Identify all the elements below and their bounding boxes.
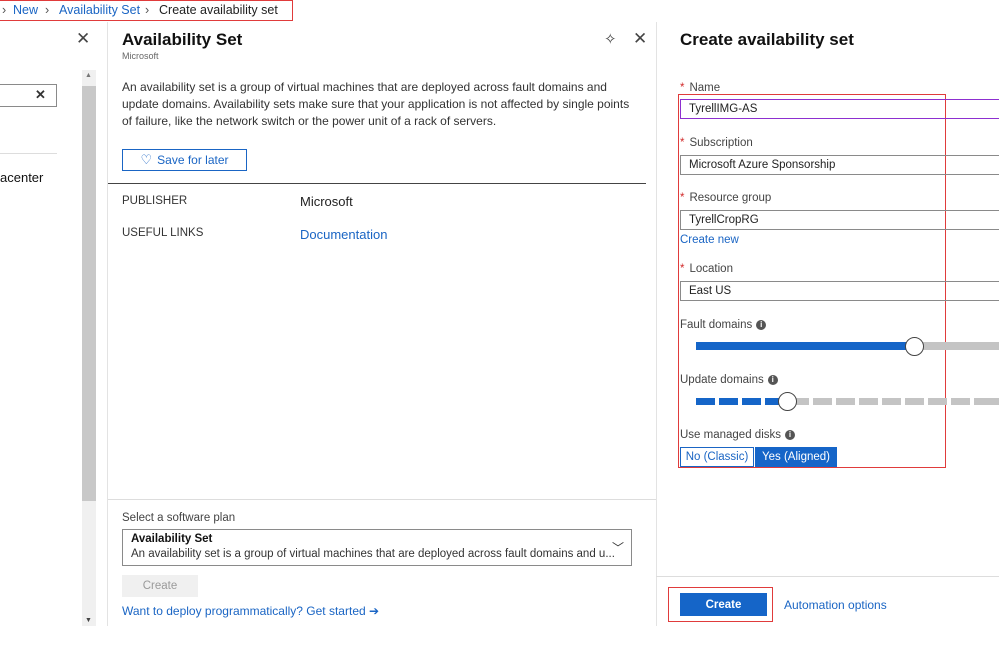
required-marker: *	[680, 82, 685, 94]
resource-group-select[interactable]: TyrellCropRG	[680, 210, 999, 230]
update-domains-slider-segment[interactable]	[696, 398, 715, 405]
update-domains-label: Update domains i	[680, 374, 778, 386]
chevron-right-icon: ›	[45, 3, 50, 17]
publisher-value: Microsoft	[300, 194, 353, 209]
documentation-link[interactable]: Documentation	[300, 227, 387, 242]
managed-disks-yes-option[interactable]: Yes (Aligned)	[755, 447, 837, 467]
info-icon[interactable]: i	[767, 375, 778, 385]
update-domains-slider-segment[interactable]	[813, 398, 832, 405]
divider	[0, 153, 57, 154]
automation-options-link[interactable]: Automation options	[784, 598, 887, 612]
required-marker: *	[680, 137, 685, 149]
useful-links-key: USEFUL LINKS	[122, 227, 204, 239]
software-plan-label: Select a software plan	[122, 512, 236, 524]
scroll-up-icon[interactable]: ▲	[85, 72, 92, 79]
description: An availability set is a group of virtua…	[122, 80, 630, 128]
update-domains-slider-segment[interactable]	[951, 398, 970, 405]
update-domains-slider-segment[interactable]	[836, 398, 855, 405]
heart-icon: ♡	[140, 152, 153, 167]
create-new-link[interactable]: Create new	[680, 234, 739, 246]
subscription-label: * Subscription	[680, 137, 753, 149]
location-select[interactable]: East US	[680, 281, 999, 301]
name-input[interactable]: TyrellIMG-AS	[680, 99, 999, 119]
update-domains-slider-segment[interactable]	[974, 398, 999, 405]
divider	[108, 183, 646, 184]
software-plan-select[interactable]: Availability Set An availability set is …	[122, 529, 632, 566]
breadcrumb-availability-set[interactable]: Availability Set	[59, 3, 140, 17]
update-domains-slider-segment[interactable]	[859, 398, 878, 405]
close-icon[interactable]: ✕	[633, 30, 647, 47]
panel-divider	[656, 22, 657, 626]
update-domains-slider-segment[interactable]	[905, 398, 924, 405]
update-domains-slider-segment[interactable]	[882, 398, 901, 405]
fault-domains-slider-track[interactable]	[914, 342, 999, 350]
location-label: * Location	[680, 263, 733, 275]
fault-domains-slider-thumb[interactable]	[905, 337, 924, 356]
update-domains-slider-segment[interactable]	[719, 398, 738, 405]
breadcrumb: › New › Availability Set › Create availa…	[0, 0, 296, 21]
pin-icon[interactable]: ✧	[604, 31, 617, 48]
scrollbar-thumb[interactable]	[82, 86, 96, 501]
clear-icon[interactable]: ✕	[35, 87, 46, 103]
panel-divider	[107, 22, 108, 626]
fault-domains-label: Fault domains i	[680, 319, 767, 331]
deploy-programmatically-link[interactable]: Want to deploy programmatically? Get sta…	[122, 604, 379, 618]
save-for-later-label: Save for later	[157, 153, 229, 167]
divider	[656, 576, 999, 577]
update-domains-slider-thumb[interactable]	[778, 392, 797, 411]
name-label: * Name	[680, 82, 721, 94]
publisher-key: PUBLISHER	[122, 195, 188, 207]
plan-description: An availability set is a group of virtua…	[131, 548, 615, 560]
close-icon[interactable]: ✕	[76, 30, 90, 47]
required-marker: *	[680, 192, 685, 204]
breadcrumb-new[interactable]: New	[13, 3, 38, 17]
update-domains-slider-segment[interactable]	[742, 398, 761, 405]
update-domains-slider-segment[interactable]	[928, 398, 947, 405]
search-input[interactable]	[0, 84, 57, 107]
required-marker: *	[680, 263, 685, 275]
fault-domains-slider-fill[interactable]	[696, 342, 914, 350]
save-for-later-button[interactable]: ♡ Save for later	[122, 149, 247, 171]
publisher-subtitle: Microsoft	[122, 51, 159, 61]
resource-group-label: * Resource group	[680, 192, 772, 204]
page-title: Availability Set	[122, 30, 243, 49]
create-button[interactable]: Create	[680, 593, 767, 616]
chevron-right-icon: ›	[145, 3, 150, 17]
managed-disks-no-option[interactable]: No (Classic)	[680, 447, 754, 467]
create-button-disabled: Create	[122, 575, 198, 597]
plan-name: Availability Set	[131, 533, 213, 545]
breadcrumb-current: Create availability set	[159, 3, 278, 17]
scroll-down-icon[interactable]: ▼	[85, 617, 92, 624]
subscription-select[interactable]: Microsoft Azure Sponsorship	[680, 155, 999, 175]
chevron-down-icon: ﹀	[611, 541, 624, 555]
managed-disks-label: Use managed disks i	[680, 429, 795, 441]
info-icon[interactable]: i	[756, 320, 767, 330]
divider	[108, 499, 656, 500]
blade-title: Create availability set	[680, 30, 854, 49]
list-item-label[interactable]: acenter	[0, 170, 43, 185]
chevron-right-icon: ›	[2, 3, 7, 17]
info-icon[interactable]: i	[785, 430, 795, 440]
